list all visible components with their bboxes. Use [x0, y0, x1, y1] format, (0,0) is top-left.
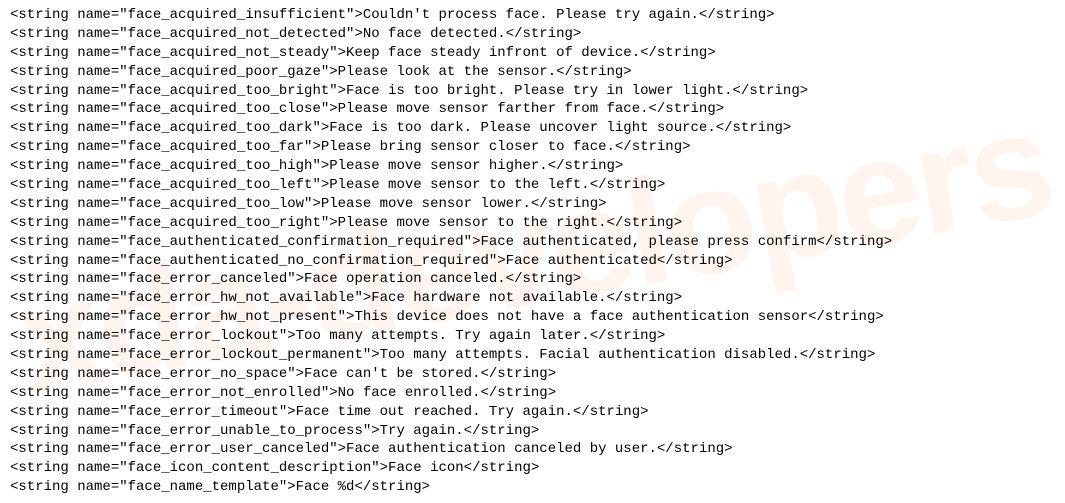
xml-string-line: <string name="face_name_template">Face %… — [10, 478, 1055, 497]
xml-string-line: <string name="face_error_hw_not_present"… — [10, 308, 1055, 327]
xml-string-line: <string name="face_icon_content_descript… — [10, 459, 1055, 478]
xml-string-line: <string name="face_authenticated_no_conf… — [10, 252, 1055, 271]
xml-string-line: <string name="face_error_not_enrolled">N… — [10, 384, 1055, 403]
xml-string-line: <string name="face_acquired_not_detected… — [10, 25, 1055, 44]
xml-string-line: <string name="face_acquired_too_high">Pl… — [10, 157, 1055, 176]
xml-string-line: <string name="face_acquired_too_right">P… — [10, 214, 1055, 233]
xml-string-line: <string name="face_acquired_too_dark">Fa… — [10, 119, 1055, 138]
xml-string-line: <string name="face_error_canceled">Face … — [10, 270, 1055, 289]
xml-string-line: <string name="face_error_hw_not_availabl… — [10, 289, 1055, 308]
xml-string-line: <string name="face_acquired_poor_gaze">P… — [10, 63, 1055, 82]
xml-string-line: <string name="face_acquired_not_steady">… — [10, 44, 1055, 63]
xml-string-line: <string name="face_acquired_too_left">Pl… — [10, 176, 1055, 195]
xml-string-line: <string name="face_error_unable_to_proce… — [10, 422, 1055, 441]
xml-string-line: <string name="face_acquired_too_low">Ple… — [10, 195, 1055, 214]
xml-string-line: <string name="face_error_lockout_permane… — [10, 346, 1055, 365]
xml-string-line: <string name="face_acquired_too_far">Ple… — [10, 138, 1055, 157]
xml-string-line: <string name="face_error_no_space">Face … — [10, 365, 1055, 384]
xml-string-line: <string name="face_acquired_insufficient… — [10, 6, 1055, 25]
xml-string-line: <string name="face_error_timeout">Face t… — [10, 403, 1055, 422]
xml-string-line: <string name="face_acquired_too_close">P… — [10, 100, 1055, 119]
xml-string-line: <string name="face_error_user_canceled">… — [10, 440, 1055, 459]
xml-string-line: <string name="face_authenticated_confirm… — [10, 233, 1055, 252]
xml-string-line: <string name="face_acquired_too_bright">… — [10, 82, 1055, 101]
xml-code-block: <string name="face_acquired_insufficient… — [10, 6, 1055, 497]
xml-string-line: <string name="face_error_lockout">Too ma… — [10, 327, 1055, 346]
